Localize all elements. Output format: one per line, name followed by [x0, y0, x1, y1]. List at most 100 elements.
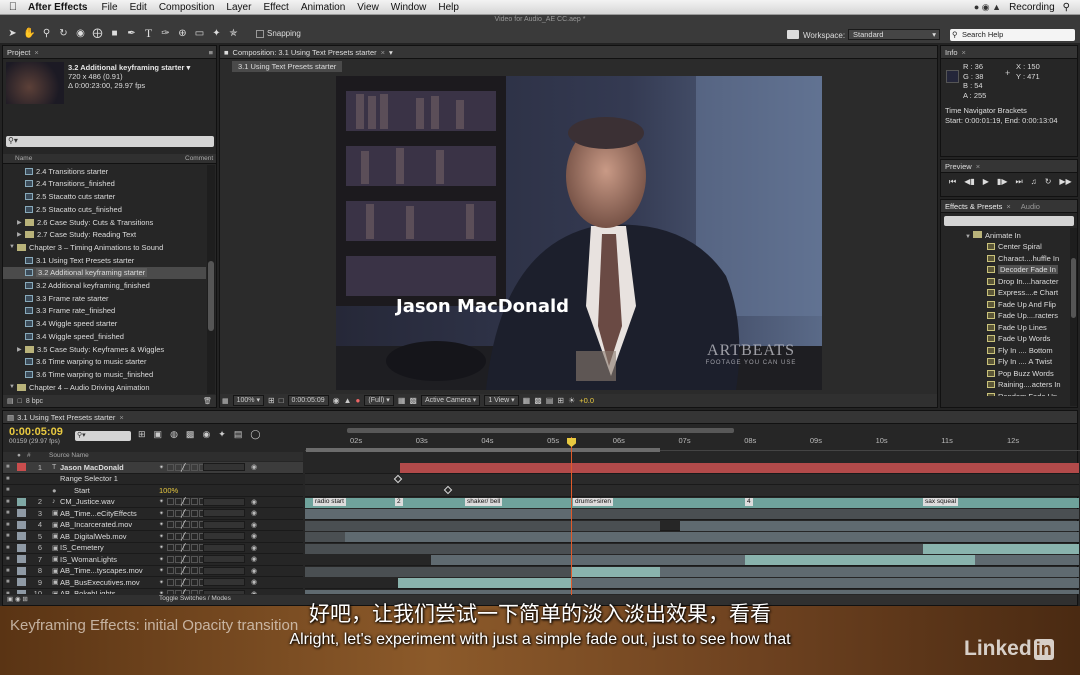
preview-tab[interactable]: Preview ×: [941, 160, 1077, 173]
layer-duration-bar[interactable]: [923, 543, 1079, 554]
layer-track[interactable]: [305, 589, 1079, 594]
project-item[interactable]: 2.4 Transitions_finished: [3, 178, 206, 191]
trash-icon[interactable]: 🗑: [203, 397, 212, 405]
layer-duration-bar[interactable]: [660, 566, 1079, 577]
layer-duration-bar[interactable]: [305, 543, 923, 554]
loop-icon[interactable]: ↻: [1045, 177, 1052, 187]
layer-duration-bar[interactable]: [571, 578, 1079, 588]
menu-view[interactable]: View: [351, 2, 385, 13]
effect-preset-item[interactable]: Fade Up And Flip: [941, 299, 1069, 310]
comp-mini-flowchart-icon[interactable]: ⊞: [138, 429, 146, 440]
play-icon[interactable]: ▶: [983, 177, 989, 187]
camera-tool-icon[interactable]: ◉: [74, 27, 87, 40]
brainstorm-icon[interactable]: ✦: [218, 429, 226, 440]
effect-preset-item[interactable]: Fly In .... Bottom: [941, 345, 1069, 356]
project-search-input[interactable]: ⚲▾: [6, 136, 214, 147]
project-item[interactable]: ▼ Chapter 4 – Audio Driving Animation: [3, 381, 206, 394]
brush-tool-icon[interactable]: ✑: [159, 27, 172, 40]
effect-preset-item[interactable]: Pop Buzz Words: [941, 368, 1069, 379]
effect-preset-item[interactable]: Fade Up Words: [941, 333, 1069, 344]
layer-duration-bar[interactable]: [305, 589, 1079, 594]
last-frame-icon[interactable]: ⏭: [1015, 177, 1022, 187]
close-icon[interactable]: ×: [34, 48, 38, 57]
layer-track[interactable]: [305, 566, 1079, 577]
expand-triangle-icon[interactable]: ▼: [965, 234, 973, 240]
expand-triangle-icon[interactable]: ▶: [17, 219, 25, 226]
audio-icon[interactable]: ♫: [1031, 177, 1037, 187]
effects-search-input[interactable]: [944, 216, 1074, 226]
frame-blending-icon[interactable]: ▩: [186, 429, 195, 440]
close-icon[interactable]: ×: [962, 48, 966, 57]
time-navigator[interactable]: [347, 428, 734, 433]
current-time[interactable]: 0:00:05:09: [287, 395, 329, 406]
apple-icon[interactable]: : [0, 1, 26, 13]
layer-duration-bar[interactable]: [398, 578, 571, 588]
effects-folder-row[interactable]: ▼ Animate In: [965, 231, 1021, 240]
project-item[interactable]: 3.2 Additional keyframing starter: [3, 266, 206, 280]
reset-exposure-icon[interactable]: ☀: [568, 396, 575, 405]
close-icon[interactable]: ×: [1006, 202, 1010, 211]
timeline-icon[interactable]: ▤: [546, 396, 554, 405]
timeline-current-time[interactable]: 0:00:05:09: [9, 426, 63, 438]
layer-track[interactable]: [305, 554, 1079, 566]
close-icon[interactable]: ×: [381, 48, 385, 57]
project-item[interactable]: 3.4 Wiggle speed starter: [3, 317, 206, 330]
layer-duration-bar[interactable]: [571, 509, 1079, 519]
layer-track[interactable]: radio start 2 shaker/ bell drums+siren 4 sax …: [305, 497, 1079, 508]
layer-track[interactable]: 345: [305, 462, 1079, 474]
panel-menu-icon[interactable]: ≡: [209, 48, 213, 57]
project-item[interactable]: 3.1 Using Text Presets starter: [3, 254, 206, 267]
flowchart-icon[interactable]: ⊞: [557, 396, 564, 405]
view-layout-select[interactable]: 1 View ▾: [484, 395, 519, 406]
menu-layer[interactable]: Layer: [220, 2, 257, 13]
shy-icon[interactable]: ◍: [170, 429, 178, 440]
layer-marker[interactable]: 4: [745, 497, 753, 506]
keyframe-icon[interactable]: [443, 485, 453, 495]
expand-triangle-icon[interactable]: ▶: [17, 231, 25, 238]
effects-tab[interactable]: Effects & Presets: [945, 202, 1002, 211]
layer-marker[interactable]: radio start: [313, 497, 346, 506]
pen-tool-icon[interactable]: ✒: [125, 27, 138, 40]
layer-duration-bar[interactable]: [975, 555, 1079, 565]
roi-icon[interactable]: ▦: [398, 396, 406, 405]
ram-preview-icon[interactable]: ▶▶: [1059, 177, 1071, 187]
app-menu[interactable]: After Effects: [26, 2, 95, 13]
project-item[interactable]: 2.5 Stacatto cuts_finished: [3, 203, 206, 216]
composition-subtab[interactable]: 3.1 Using Text Presets starter: [232, 61, 343, 72]
transparency-grid-icon[interactable]: ▩: [409, 396, 417, 405]
col-name[interactable]: Name: [15, 155, 32, 162]
effect-preset-item[interactable]: Drop In....haracter: [941, 276, 1069, 287]
toggle-pixel-icon[interactable]: ▦: [523, 396, 531, 405]
overlay-title-text[interactable]: Jason MacDonald: [396, 296, 569, 317]
menu-file[interactable]: File: [95, 2, 123, 13]
effects-scrollbar[interactable]: [1070, 228, 1077, 406]
interpret-footage-icon[interactable]: ▤: [7, 397, 14, 405]
col-comment[interactable]: Comment: [185, 155, 213, 162]
graph-editor-icon[interactable]: ▤: [234, 429, 243, 440]
zoom-tool-icon[interactable]: ⚲: [40, 27, 53, 40]
effect-preset-item[interactable]: Center Spiral: [941, 241, 1069, 252]
composition-viewer[interactable]: Jason MacDonald ARTBEATS FOOTAGE YOU CAN…: [336, 76, 822, 390]
project-item[interactable]: 3.6 Time warping to music starter: [3, 356, 206, 369]
effect-preset-item[interactable]: Fade Up....racters: [941, 310, 1069, 321]
project-item[interactable]: ▶ 3.5 Case Study: Keyframes & Wiggles: [3, 343, 206, 356]
first-frame-icon[interactable]: ⏮: [949, 177, 956, 187]
layer-track[interactable]: [305, 577, 1079, 589]
expand-triangle-icon[interactable]: ▼: [9, 384, 17, 390]
effect-preset-item[interactable]: Random Fade Up: [941, 391, 1069, 396]
motion-blur-icon[interactable]: ◉: [202, 429, 210, 440]
thumbnail-name[interactable]: 3.2 Additional keyframing starter ▾: [68, 63, 190, 72]
timeline-search-input[interactable]: ⚲▾: [75, 431, 131, 441]
layer-track[interactable]: [305, 543, 1079, 554]
type-tool-icon[interactable]: T: [142, 26, 155, 40]
layer-duration-bar[interactable]: [571, 566, 660, 577]
menu-animation[interactable]: Animation: [295, 2, 351, 13]
audio-tab[interactable]: Audio: [1021, 202, 1040, 211]
camera-select[interactable]: Active Camera ▾: [420, 395, 481, 406]
project-scrollbar[interactable]: [207, 165, 215, 394]
rectangle-tool-icon[interactable]: ■: [108, 27, 121, 40]
fast-previews-icon[interactable]: ▩: [534, 396, 542, 405]
layer-track[interactable]: [305, 520, 1079, 531]
info-tab[interactable]: Info ×: [941, 46, 1077, 59]
selection-tool-icon[interactable]: ➤: [6, 27, 19, 40]
